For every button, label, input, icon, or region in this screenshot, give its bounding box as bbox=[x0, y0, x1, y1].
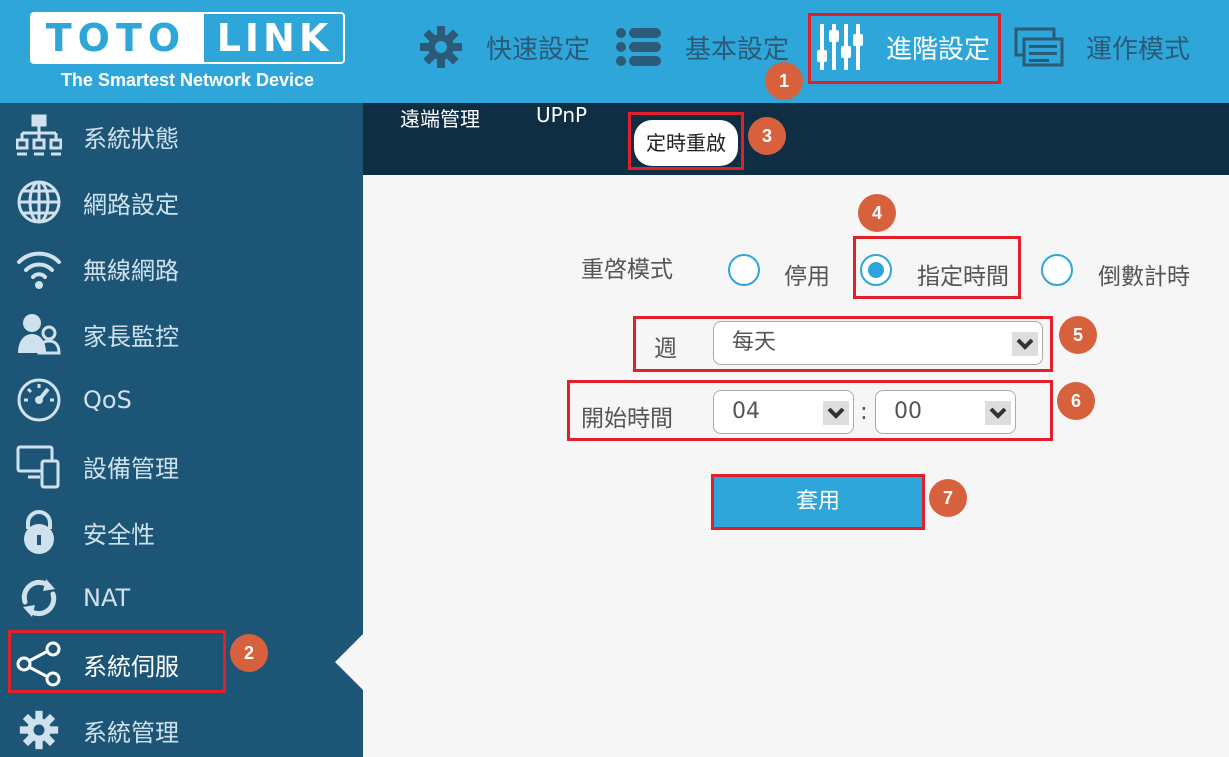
lock-icon bbox=[15, 508, 63, 556]
step-badge-1: 1 bbox=[765, 62, 803, 100]
sidebar-item-label: 安全性 bbox=[83, 520, 155, 549]
parental-icon bbox=[15, 310, 63, 358]
logo-link: LINK bbox=[204, 14, 343, 62]
tab-upnp[interactable]: UPnP bbox=[536, 103, 587, 175]
topnav-label: 運作模式 bbox=[1086, 34, 1191, 65]
logo: TOTO LINK bbox=[30, 12, 345, 64]
radio-disable[interactable] bbox=[728, 254, 760, 286]
devices-icon bbox=[15, 442, 63, 490]
radio-disable-label: 停用 bbox=[784, 264, 830, 290]
globe-icon bbox=[15, 178, 63, 226]
sidebar-item-label: QoS bbox=[83, 386, 132, 414]
tab-remote-management[interactable]: 遠端管理 bbox=[400, 103, 480, 175]
highlight-box-1 bbox=[808, 13, 1001, 84]
step-badge-2: 2 bbox=[230, 634, 268, 672]
sidebar-item-parental-control[interactable]: 家長監控 bbox=[0, 301, 363, 367]
sidebar-item-label: 系統狀態 bbox=[83, 124, 179, 153]
step-badge-5: 5 bbox=[1059, 316, 1097, 354]
active-pointer bbox=[335, 634, 363, 690]
sidebar-item-system-management[interactable]: 系統管理 bbox=[0, 697, 363, 757]
topnav-label: 基本設定 bbox=[685, 34, 790, 65]
sidebar-item-label: 家長監控 bbox=[83, 322, 179, 351]
step-badge-6: 6 bbox=[1057, 382, 1095, 420]
highlight-box-7 bbox=[711, 474, 925, 530]
topnav-basic-setup[interactable]: 基本設定 bbox=[615, 14, 789, 80]
highlight-box-5 bbox=[633, 316, 1053, 372]
sidebar-item-label: 系統管理 bbox=[83, 718, 179, 747]
radio-countdown-label: 倒數計時 bbox=[1098, 264, 1190, 290]
reboot-mode-label: 重啓模式 bbox=[581, 257, 673, 283]
radio-countdown[interactable] bbox=[1041, 254, 1073, 286]
tab-bar: 遠端管理 UPnP 定時重啟 bbox=[363, 103, 1229, 175]
sidebar-item-nat[interactable]: NAT bbox=[0, 565, 363, 631]
sidebar-item-security[interactable]: 安全性 bbox=[0, 499, 363, 565]
logo-toto: TOTO bbox=[32, 14, 200, 62]
refresh-icon bbox=[15, 574, 63, 622]
highlight-box-6 bbox=[567, 380, 1053, 441]
mode-icon bbox=[1014, 25, 1064, 69]
header: TOTO LINK The Smartest Network Device 快速… bbox=[0, 0, 1229, 103]
sidebar-item-label: 網路設定 bbox=[83, 190, 179, 219]
network-status-icon bbox=[15, 112, 63, 160]
step-badge-4: 4 bbox=[858, 194, 896, 232]
gauge-icon bbox=[15, 376, 63, 424]
sidebar-item-label: 設備管理 bbox=[83, 454, 179, 483]
sidebar-item-system-status[interactable]: 系統狀態 bbox=[0, 103, 363, 169]
sidebar-item-label: 無線網路 bbox=[83, 256, 179, 285]
sidebar-item-label: NAT bbox=[83, 584, 131, 612]
highlight-box-4 bbox=[853, 236, 1021, 299]
sidebar-item-device-management[interactable]: 設備管理 bbox=[0, 433, 363, 499]
topnav-label: 快速設定 bbox=[486, 34, 591, 65]
topnav-operation-mode[interactable]: 運作模式 bbox=[1014, 14, 1190, 80]
sidebar-item-wireless[interactable]: 無線網路 bbox=[0, 235, 363, 301]
list-icon bbox=[615, 25, 663, 69]
gear-icon bbox=[15, 706, 63, 754]
tagline: The Smartest Network Device bbox=[60, 70, 315, 90]
sidebar-item-network-settings[interactable]: 網路設定 bbox=[0, 169, 363, 235]
step-badge-3: 3 bbox=[748, 117, 786, 155]
sidebar-item-qos[interactable]: QoS bbox=[0, 367, 363, 433]
topnav-quick-setup[interactable]: 快速設定 bbox=[418, 14, 590, 80]
highlight-box-2 bbox=[8, 630, 226, 693]
gear-icon bbox=[418, 24, 464, 70]
highlight-box-3 bbox=[628, 112, 744, 170]
step-badge-7: 7 bbox=[929, 479, 967, 517]
wifi-icon bbox=[15, 244, 63, 292]
